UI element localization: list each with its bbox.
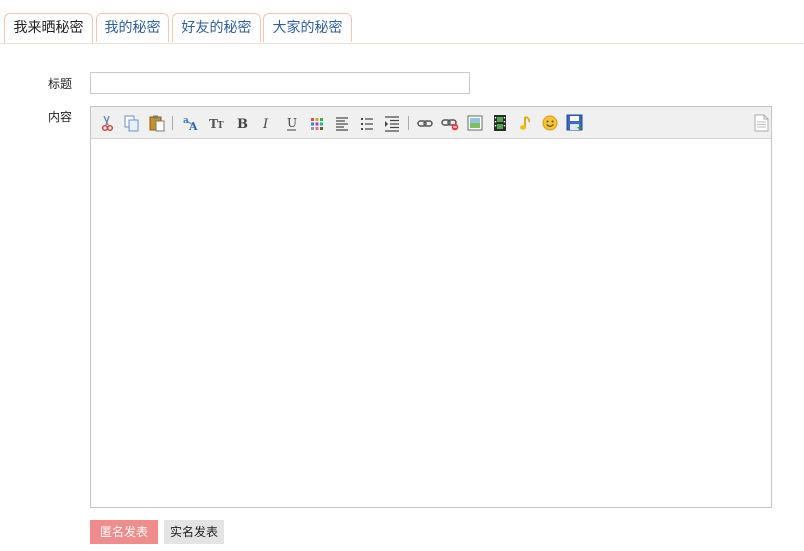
- link-icon[interactable]: [415, 113, 435, 133]
- svg-text:U: U: [287, 116, 297, 130]
- tab-bar: 我来晒秘密 我的秘密 好友的秘密 大家的秘密: [0, 0, 804, 44]
- content-editor-area[interactable]: [91, 139, 771, 507]
- underline-icon[interactable]: U: [282, 113, 302, 133]
- anonymous-post-button[interactable]: 匿名发表: [90, 520, 158, 544]
- align-icon[interactable]: [332, 113, 352, 133]
- emoticon-icon[interactable]: [540, 113, 560, 133]
- title-input[interactable]: [90, 72, 470, 94]
- svg-text:T: T: [217, 121, 224, 131]
- font-family-icon[interactable]: aA: [181, 113, 201, 133]
- tab-everyones-secrets[interactable]: 大家的秘密: [263, 13, 352, 42]
- copy-icon[interactable]: [122, 113, 142, 133]
- toolbar-separator: [408, 116, 409, 130]
- rich-text-editor: aA TT B I U: [90, 106, 772, 508]
- tab-friends-secrets[interactable]: 好友的秘密: [172, 13, 261, 42]
- svg-text:A: A: [188, 120, 198, 133]
- music-icon[interactable]: [515, 113, 535, 133]
- editor-toolbar: aA TT B I U: [91, 107, 771, 139]
- svg-text:B: B: [237, 117, 248, 132]
- svg-text:I: I: [262, 117, 269, 132]
- tab-post-secret[interactable]: 我来晒秘密: [4, 13, 93, 43]
- list-icon[interactable]: [357, 113, 377, 133]
- cut-icon[interactable]: [97, 113, 117, 133]
- video-icon[interactable]: [490, 113, 510, 133]
- unlink-icon[interactable]: [440, 113, 460, 133]
- toolbar-separator: [172, 116, 173, 130]
- text-color-icon[interactable]: [307, 113, 327, 133]
- save-icon[interactable]: [565, 113, 585, 133]
- source-icon[interactable]: [751, 113, 771, 133]
- title-label: 标题: [48, 77, 73, 91]
- tab-my-secrets[interactable]: 我的秘密: [96, 13, 169, 42]
- image-icon[interactable]: [465, 113, 485, 133]
- real-name-post-button[interactable]: 实名发表: [164, 520, 224, 544]
- bold-icon[interactable]: B: [232, 113, 252, 133]
- content-label: 内容: [48, 110, 73, 124]
- paste-icon[interactable]: [147, 113, 167, 133]
- font-size-icon[interactable]: TT: [207, 113, 227, 133]
- italic-icon[interactable]: I: [257, 113, 277, 133]
- indent-icon[interactable]: [382, 113, 402, 133]
